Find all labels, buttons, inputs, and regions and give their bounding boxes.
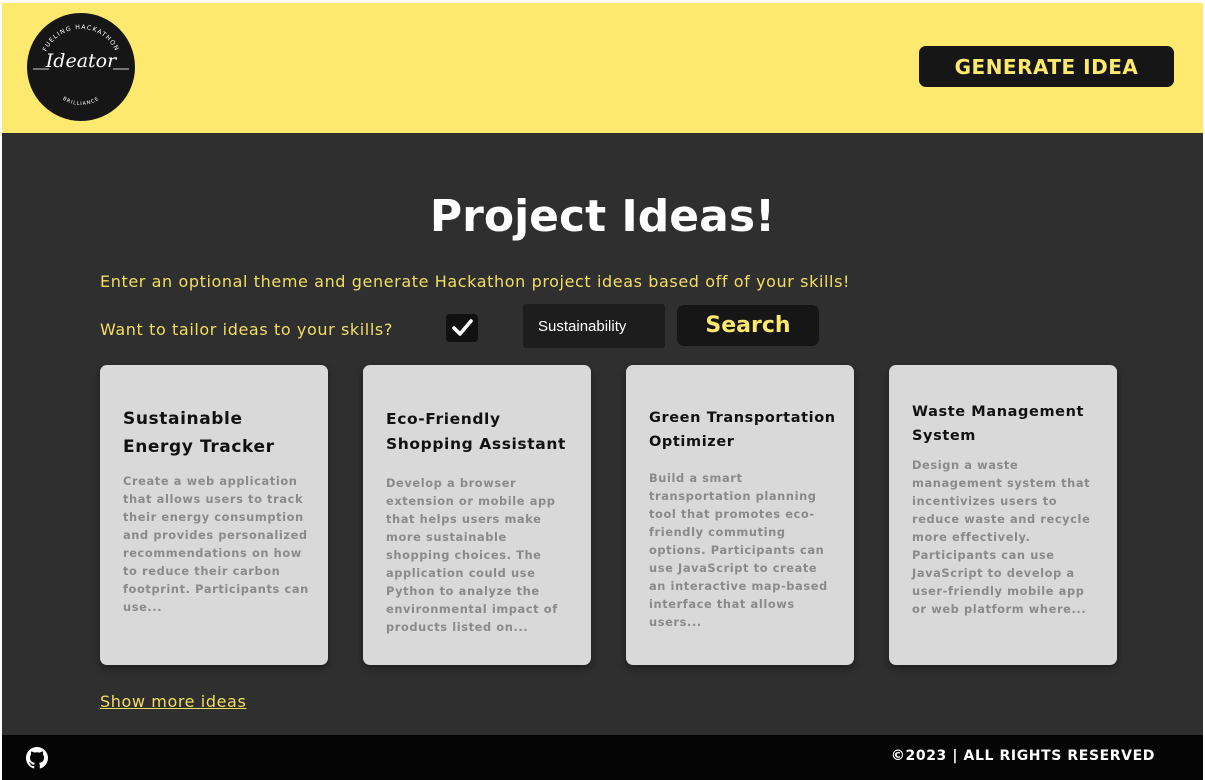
footer: ©2023 | ALL RIGHTS RESERVED bbox=[2, 735, 1203, 780]
search-button[interactable]: Search bbox=[677, 305, 819, 346]
idea-card-title: Eco-Friendly Shopping Assistant bbox=[386, 410, 566, 453]
main-section: Project Ideas! Enter an optional theme a… bbox=[2, 133, 1203, 735]
idea-card[interactable]: Sustainable Energy Tracker Create a web … bbox=[100, 365, 328, 665]
logo-wordmark: Ideator bbox=[45, 50, 117, 72]
idea-card-title: Green Transportation Optimizer bbox=[649, 410, 836, 450]
idea-card-description: Develop a browser extension or mobile ap… bbox=[386, 476, 558, 634]
idea-card-description: Design a waste management system that in… bbox=[912, 458, 1091, 616]
idea-card[interactable]: Eco-Friendly Shopping Assistant Develop … bbox=[363, 365, 591, 665]
idea-card-title: Waste Management System bbox=[912, 404, 1085, 444]
idea-card[interactable]: Green Transportation Optimizer Build a s… bbox=[626, 365, 854, 665]
tailor-skills-checkbox[interactable] bbox=[446, 314, 478, 342]
header: FUELING HACKATHON BRILLIANCE Ideator GEN… bbox=[2, 3, 1203, 133]
idea-card-description: Create a web application that allows use… bbox=[123, 474, 309, 614]
generate-idea-button[interactable]: GENERATE IDEA bbox=[919, 46, 1174, 87]
svg-text:BRILLIANCE: BRILLIANCE bbox=[61, 96, 100, 107]
page-subtitle: Enter an optional theme and generate Hac… bbox=[100, 272, 851, 291]
copyright-text: ©2023 | ALL RIGHTS RESERVED bbox=[890, 748, 1155, 764]
page-title: Project Ideas! bbox=[429, 191, 776, 242]
logo-arc-bottom: BRILLIANCE bbox=[61, 96, 99, 107]
show-more-ideas-link[interactable]: Show more ideas bbox=[100, 692, 246, 711]
github-icon[interactable] bbox=[26, 747, 48, 769]
idea-card[interactable]: Waste Management System Design a waste m… bbox=[889, 365, 1117, 665]
tailor-skills-label: Want to tailor ideas to your skills? bbox=[100, 320, 393, 339]
idea-card-title: Sustainable Energy Tracker bbox=[123, 409, 275, 457]
theme-input[interactable] bbox=[523, 304, 665, 348]
idea-card-description: Build a smart transportation planning to… bbox=[649, 471, 828, 629]
svg-text:FUELING HACKATHON: FUELING HACKATHON bbox=[42, 24, 121, 53]
ideator-logo[interactable]: FUELING HACKATHON BRILLIANCE Ideator bbox=[27, 13, 135, 121]
checkmark-icon bbox=[452, 319, 473, 336]
logo-arc-top: FUELING HACKATHON bbox=[42, 24, 119, 53]
